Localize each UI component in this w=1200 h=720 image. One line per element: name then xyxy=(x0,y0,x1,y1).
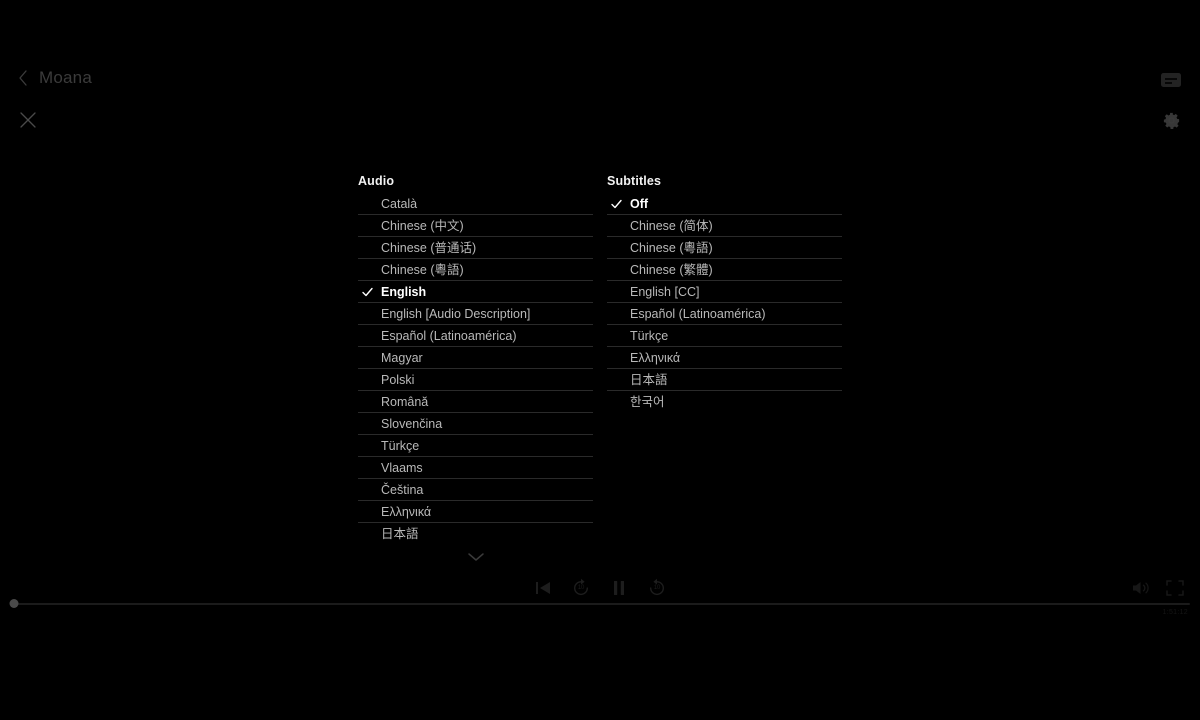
chevron-left-icon xyxy=(18,69,29,87)
chevron-down-icon[interactable] xyxy=(467,551,485,562)
close-icon[interactable] xyxy=(18,110,38,130)
subtitle-track-list[interactable]: Off Chinese (简体) Chinese (粵語) Chinese (繁體) E… xyxy=(607,193,842,413)
audio-track-label: Polski xyxy=(381,372,415,387)
audio-track-label: Chinese (普通话) xyxy=(381,240,477,255)
subtitle-track-label: Off xyxy=(630,196,649,211)
audio-track-row[interactable]: Magyar xyxy=(358,347,593,369)
subtitle-track-label: Türkçe xyxy=(630,328,669,343)
pause-icon[interactable] xyxy=(608,577,630,599)
audio-track-row[interactable]: Română xyxy=(358,391,593,413)
subtitle-track-row[interactable]: Chinese (粵語) xyxy=(607,237,842,259)
audio-track-label: Slovenčina xyxy=(381,416,443,431)
subtitle-track-label: Chinese (简体) xyxy=(630,218,713,233)
forward-10-icon[interactable]: 10 xyxy=(646,577,668,599)
subtitle-track-row[interactable]: 한국어 xyxy=(607,391,842,413)
subtitle-track-label: Ελληνικά xyxy=(630,350,681,365)
audio-track-row[interactable]: Chinese (粵語) xyxy=(358,259,593,281)
check-icon xyxy=(362,286,373,297)
audio-track-row[interactable]: Chinese (中文) xyxy=(358,215,593,237)
audio-track-row[interactable]: 日本語 xyxy=(358,523,593,545)
subtitle-track-row[interactable]: Español (Latinoamérica) xyxy=(607,303,842,325)
audio-track-label: Vlaams xyxy=(381,460,423,475)
time-remaining-label: 1:51:12 xyxy=(1162,609,1188,616)
gear-icon[interactable] xyxy=(1162,111,1181,130)
audio-track-row[interactable]: Català xyxy=(358,193,593,215)
audio-track-label: Chinese (粵語) xyxy=(381,262,464,277)
audio-track-label: Türkçe xyxy=(381,438,420,453)
subtitle-track-label: English [CC] xyxy=(630,284,700,299)
progress-scrubber[interactable] xyxy=(9,599,1190,608)
subtitle-track-row[interactable]: Türkçe xyxy=(607,325,842,347)
subtitle-track-row[interactable]: Chinese (简体) xyxy=(607,215,842,237)
video-stage: Moana Audio Català Chinese (中文) Chinese … xyxy=(0,0,1200,720)
subtitle-track-row[interactable]: English [CC] xyxy=(607,281,842,303)
audio-track-row[interactable]: Čeština xyxy=(358,479,593,501)
volume-icon[interactable] xyxy=(1130,577,1152,599)
audio-track-row[interactable]: English xyxy=(358,281,593,303)
subtitle-track-row[interactable]: 日本語 xyxy=(607,369,842,391)
audio-track-label: Català xyxy=(381,196,418,211)
track-selection-panels: Audio Català Chinese (中文) Chinese (普通话) Chi… xyxy=(358,173,842,562)
fullscreen-icon[interactable] xyxy=(1164,577,1186,599)
subtitle-track-row[interactable]: Off xyxy=(607,193,842,215)
audio-track-list[interactable]: Català Chinese (中文) Chinese (普通话) Chinese (… xyxy=(358,193,593,545)
progress-track[interactable] xyxy=(10,603,1190,605)
audio-track-row[interactable]: English [Audio Description] xyxy=(358,303,593,325)
audio-track-label: English [Audio Description] xyxy=(381,306,531,321)
audio-panel-heading: Audio xyxy=(358,174,395,188)
check-icon xyxy=(611,198,622,209)
audio-track-label: Español (Latinoamérica) xyxy=(381,328,517,343)
closed-captions-icon[interactable] xyxy=(1160,72,1182,88)
subtitles-panel: Subtitles Off Chinese (简体) Chinese (粵語) Chi… xyxy=(607,173,842,413)
audio-track-row[interactable]: Español (Latinoamérica) xyxy=(358,325,593,347)
audio-track-row[interactable]: Vlaams xyxy=(358,457,593,479)
audio-track-row[interactable]: Polski xyxy=(358,369,593,391)
player-bottom-bar: 10 10 1:51:12 xyxy=(0,570,1200,720)
audio-track-label: Română xyxy=(381,394,429,409)
audio-track-row[interactable]: Slovenčina xyxy=(358,413,593,435)
audio-track-label: Magyar xyxy=(381,350,423,365)
audio-track-row[interactable]: Türkçe xyxy=(358,435,593,457)
playback-controls: 10 10 xyxy=(0,577,1200,599)
progress-handle[interactable] xyxy=(9,599,19,608)
subtitles-panel-heading: Subtitles xyxy=(607,174,662,188)
audio-track-label: Čeština xyxy=(381,482,424,497)
audio-track-label: Chinese (中文) xyxy=(381,218,464,233)
subtitle-track-label: Chinese (粵語) xyxy=(630,240,713,255)
page-title: Moana xyxy=(39,68,92,87)
back-button[interactable]: Moana xyxy=(18,68,92,88)
audio-track-label: 日本語 xyxy=(381,527,419,541)
audio-panel: Audio Català Chinese (中文) Chinese (普通话) Chi… xyxy=(358,173,593,562)
subtitle-track-row[interactable]: Ελληνικά xyxy=(607,347,842,369)
player-top-bar: Moana xyxy=(0,0,1200,150)
rewind-10-icon[interactable]: 10 xyxy=(570,577,592,599)
player-right-controls xyxy=(1130,577,1186,599)
audio-track-label: Ελληνικά xyxy=(381,504,432,519)
audio-track-row[interactable]: Ελληνικά xyxy=(358,501,593,523)
subtitle-track-label: Español (Latinoamérica) xyxy=(630,306,766,321)
audio-track-row[interactable]: Chinese (普通话) xyxy=(358,237,593,259)
skip-previous-icon[interactable] xyxy=(532,577,554,599)
subtitle-track-row[interactable]: Chinese (繁體) xyxy=(607,259,842,281)
subtitle-track-label: 한국어 xyxy=(630,395,665,409)
audio-track-label: English xyxy=(381,284,427,299)
subtitle-track-label: Chinese (繁體) xyxy=(630,262,713,277)
subtitle-track-label: 日本語 xyxy=(630,372,668,387)
